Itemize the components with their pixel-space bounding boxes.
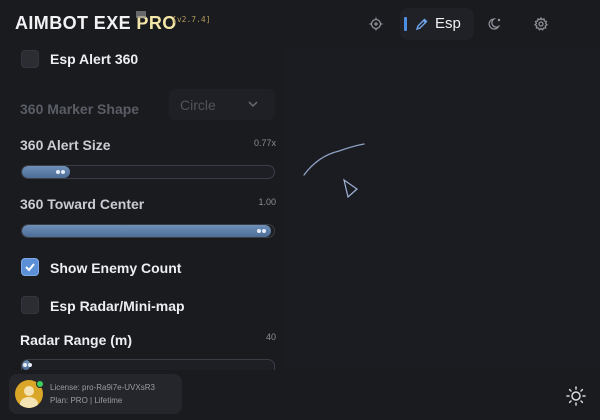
- app-title-main: AIMBOT EXE: [15, 13, 137, 33]
- theme-toggle-button[interactable]: [565, 385, 587, 407]
- toward-center-slider[interactable]: [21, 224, 275, 238]
- toward-center-label: 360 Toward Center: [20, 196, 145, 212]
- license-key-text: License: pro-Ra9i7e-UVXsR3: [50, 383, 155, 392]
- radar-range-value: 40: [265, 332, 276, 342]
- chevron-down-icon: [248, 101, 258, 108]
- marker-shape-value: Circle: [180, 97, 216, 113]
- radar-preview-graphic: [303, 143, 365, 199]
- tab-aimbot[interactable]: [363, 11, 389, 37]
- alert-size-slider-handle[interactable]: [56, 170, 66, 175]
- moon-icon: [488, 18, 501, 30]
- toward-center-value: 1.00: [258, 197, 276, 207]
- marker-shape-label: 360 Marker Shape: [20, 101, 140, 117]
- license-plan-text: Plan: PRO | Lifetime: [50, 396, 123, 405]
- marker-shape-select[interactable]: Circle: [169, 89, 275, 120]
- toward-center-slider-handle[interactable]: [257, 229, 267, 234]
- pen-icon: [415, 18, 428, 31]
- preview-panel: [285, 46, 600, 370]
- radar-range-slider[interactable]: [21, 359, 275, 370]
- license-card[interactable]: License: pro-Ra9i7e-UVXsR3 Plan: PRO | L…: [9, 374, 182, 414]
- active-tab-indicator: [404, 17, 407, 31]
- version-label: [v2.7.4]: [172, 15, 211, 24]
- esp-radar-checkbox[interactable]: [21, 296, 39, 314]
- sun-icon: [566, 386, 586, 406]
- alert-size-label: 360 Alert Size: [20, 137, 111, 153]
- esp-radar-label: Esp Radar/Mini-map: [50, 298, 185, 314]
- tab-esp[interactable]: Esp: [400, 8, 474, 40]
- radar-range-label: Radar Range (m): [20, 332, 133, 348]
- tab-esp-label: Esp: [435, 15, 461, 32]
- tab-settings[interactable]: [528, 11, 554, 37]
- esp-alert-360-checkbox[interactable]: [21, 50, 39, 68]
- crosshair-icon: [369, 17, 383, 31]
- online-status-icon: [36, 380, 44, 388]
- tab-visuals[interactable]: [482, 11, 508, 37]
- toward-center-slider-fill: [22, 225, 271, 237]
- show-enemy-count-label: Show Enemy Count: [50, 260, 182, 276]
- alert-size-slider[interactable]: [21, 165, 275, 179]
- pro-flag-icon: [136, 11, 146, 18]
- checkmark-icon: [25, 263, 35, 272]
- app-title: AIMBOT EXE PRO: [15, 13, 177, 34]
- esp-alert-360-label: Esp Alert 360: [50, 51, 139, 67]
- radar-range-slider-handle[interactable]: [23, 363, 33, 368]
- gear-icon: [534, 17, 548, 31]
- alert-size-value: 0.77x: [253, 138, 276, 148]
- show-enemy-count-checkbox[interactable]: [21, 258, 39, 276]
